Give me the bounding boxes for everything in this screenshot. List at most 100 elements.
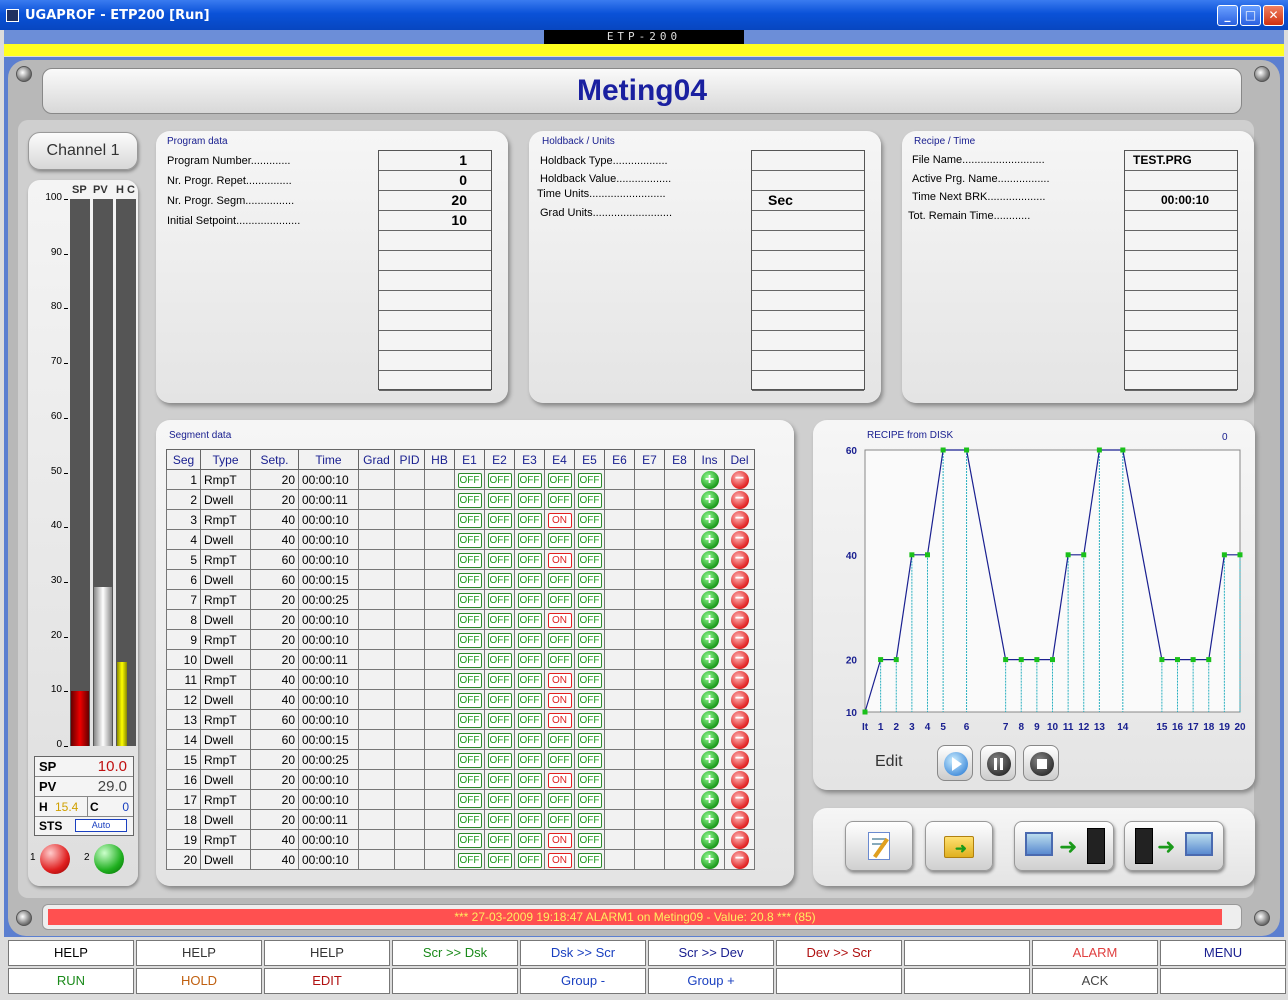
insert-row-icon[interactable]: + <box>700 650 719 669</box>
event-e2-toggle[interactable]: OFF <box>487 492 512 508</box>
event-e3-toggle[interactable]: OFF <box>517 832 542 848</box>
fkey-dsk-scr-button[interactable]: Dsk >> Scr <box>520 940 646 966</box>
event-e1-toggle[interactable]: OFF <box>457 812 482 828</box>
insert-row-icon[interactable]: + <box>700 750 719 769</box>
fkey-blank-button[interactable] <box>392 968 518 994</box>
fkey-ack-button[interactable]: ACK <box>1032 968 1158 994</box>
event-e4-toggle[interactable]: ON <box>547 672 572 688</box>
event-e4-toggle[interactable]: OFF <box>547 632 572 648</box>
table-row[interactable]: 5 RmpT 60 00:00:10 OFF OFF OFF ON OFF + − <box>166 549 755 570</box>
event-e4-toggle[interactable]: OFF <box>547 732 572 748</box>
event-e3-toggle[interactable]: OFF <box>517 552 542 568</box>
event-e3-toggle[interactable]: OFF <box>517 792 542 808</box>
event-e5-toggle[interactable]: OFF <box>577 472 602 488</box>
event-e1-toggle[interactable]: OFF <box>457 772 482 788</box>
insert-row-icon[interactable]: + <box>700 570 719 589</box>
insert-row-icon[interactable]: + <box>700 690 719 709</box>
event-e1-toggle[interactable]: OFF <box>457 652 482 668</box>
maximize-button[interactable]: □ <box>1240 5 1261 26</box>
table-row[interactable]: 10 Dwell 20 00:00:11 OFF OFF OFF OFF OFF + − <box>166 649 755 670</box>
insert-row-icon[interactable]: + <box>700 610 719 629</box>
fkey-blank-button[interactable] <box>1160 968 1286 994</box>
delete-row-icon[interactable]: − <box>730 810 749 829</box>
minimize-button[interactable]: _ <box>1217 5 1238 26</box>
open-folder-button[interactable]: ➜ <box>925 821 993 871</box>
fkey-edit-button[interactable]: EDIT <box>264 968 390 994</box>
insert-row-icon[interactable]: + <box>700 550 719 569</box>
event-e1-toggle[interactable]: OFF <box>457 852 482 868</box>
event-e4-toggle[interactable]: OFF <box>547 592 572 608</box>
event-e4-toggle[interactable]: OFF <box>547 812 572 828</box>
fkey-help-button[interactable]: HELP <box>8 940 134 966</box>
screen-to-device-button[interactable]: ➜ <box>1014 821 1114 871</box>
fkey-alarm-button[interactable]: ALARM <box>1032 940 1158 966</box>
event-e2-toggle[interactable]: OFF <box>487 652 512 668</box>
event-e5-toggle[interactable]: OFF <box>577 772 602 788</box>
fkey-scr-dsk-button[interactable]: Scr >> Dsk <box>392 940 518 966</box>
event-e2-toggle[interactable]: OFF <box>487 592 512 608</box>
event-e2-toggle[interactable]: OFF <box>487 752 512 768</box>
insert-row-icon[interactable]: + <box>700 470 719 489</box>
event-e3-toggle[interactable]: OFF <box>517 532 542 548</box>
table-row[interactable]: 6 Dwell 60 00:00:15 OFF OFF OFF OFF OFF + − <box>166 569 755 590</box>
event-e2-toggle[interactable]: OFF <box>487 732 512 748</box>
event-e1-toggle[interactable]: OFF <box>457 712 482 728</box>
insert-row-icon[interactable]: + <box>700 510 719 529</box>
event-e1-toggle[interactable]: OFF <box>457 572 482 588</box>
event-e2-toggle[interactable]: OFF <box>487 712 512 728</box>
table-row[interactable]: 18 Dwell 20 00:00:11 OFF OFF OFF OFF OFF + − <box>166 809 755 830</box>
event-e1-toggle[interactable]: OFF <box>457 632 482 648</box>
event-e1-toggle[interactable]: OFF <box>457 612 482 628</box>
table-row[interactable]: 15 RmpT 20 00:00:25 OFF OFF OFF OFF OFF + − <box>166 749 755 770</box>
event-e1-toggle[interactable]: OFF <box>457 692 482 708</box>
event-e3-toggle[interactable]: OFF <box>517 632 542 648</box>
delete-row-icon[interactable]: − <box>730 570 749 589</box>
event-e1-toggle[interactable]: OFF <box>457 512 482 528</box>
fkey-group-button[interactable]: Group - <box>520 968 646 994</box>
fkey-run-button[interactable]: RUN <box>8 968 134 994</box>
insert-row-icon[interactable]: + <box>700 790 719 809</box>
event-e5-toggle[interactable]: OFF <box>577 612 602 628</box>
delete-row-icon[interactable]: − <box>730 470 749 489</box>
table-row[interactable]: 17 RmpT 20 00:00:10 OFF OFF OFF OFF OFF + − <box>166 789 755 810</box>
event-e3-toggle[interactable]: OFF <box>517 652 542 668</box>
event-e4-toggle[interactable]: ON <box>547 512 572 528</box>
delete-row-icon[interactable]: − <box>730 670 749 689</box>
event-e3-toggle[interactable]: OFF <box>517 712 542 728</box>
event-e1-toggle[interactable]: OFF <box>457 532 482 548</box>
event-e5-toggle[interactable]: OFF <box>577 632 602 648</box>
table-row[interactable]: 16 Dwell 20 00:00:10 OFF OFF OFF ON OFF + − <box>166 769 755 790</box>
event-e3-toggle[interactable]: OFF <box>517 592 542 608</box>
delete-row-icon[interactable]: − <box>730 630 749 649</box>
event-e4-toggle[interactable]: OFF <box>547 492 572 508</box>
delete-row-icon[interactable]: − <box>730 830 749 849</box>
event-e4-toggle[interactable]: OFF <box>547 792 572 808</box>
event-e1-toggle[interactable]: OFF <box>457 592 482 608</box>
delete-row-icon[interactable]: − <box>730 490 749 509</box>
insert-row-icon[interactable]: + <box>700 770 719 789</box>
delete-row-icon[interactable]: − <box>730 610 749 629</box>
delete-row-icon[interactable]: − <box>730 790 749 809</box>
event-e2-toggle[interactable]: OFF <box>487 692 512 708</box>
fkey-help-button[interactable]: HELP <box>136 940 262 966</box>
event-e2-toggle[interactable]: OFF <box>487 772 512 788</box>
event-e1-toggle[interactable]: OFF <box>457 552 482 568</box>
event-e2-toggle[interactable]: OFF <box>487 612 512 628</box>
close-button[interactable]: ✕ <box>1263 5 1284 26</box>
delete-row-icon[interactable]: − <box>730 750 749 769</box>
event-e1-toggle[interactable]: OFF <box>457 672 482 688</box>
delete-row-icon[interactable]: − <box>730 530 749 549</box>
event-e4-toggle[interactable]: OFF <box>547 752 572 768</box>
event-e5-toggle[interactable]: OFF <box>577 852 602 868</box>
fkey-blank-button[interactable] <box>776 968 902 994</box>
fkey-blank-button[interactable] <box>904 968 1030 994</box>
event-e5-toggle[interactable]: OFF <box>577 832 602 848</box>
event-e4-toggle[interactable]: OFF <box>547 572 572 588</box>
event-e5-toggle[interactable]: OFF <box>577 572 602 588</box>
event-e2-toggle[interactable]: OFF <box>487 632 512 648</box>
fkey-help-button[interactable]: HELP <box>264 940 390 966</box>
event-e3-toggle[interactable]: OFF <box>517 612 542 628</box>
table-row[interactable]: 3 RmpT 40 00:00:10 OFF OFF OFF ON OFF + − <box>166 509 755 530</box>
delete-row-icon[interactable]: − <box>730 690 749 709</box>
event-e4-toggle[interactable]: ON <box>547 772 572 788</box>
